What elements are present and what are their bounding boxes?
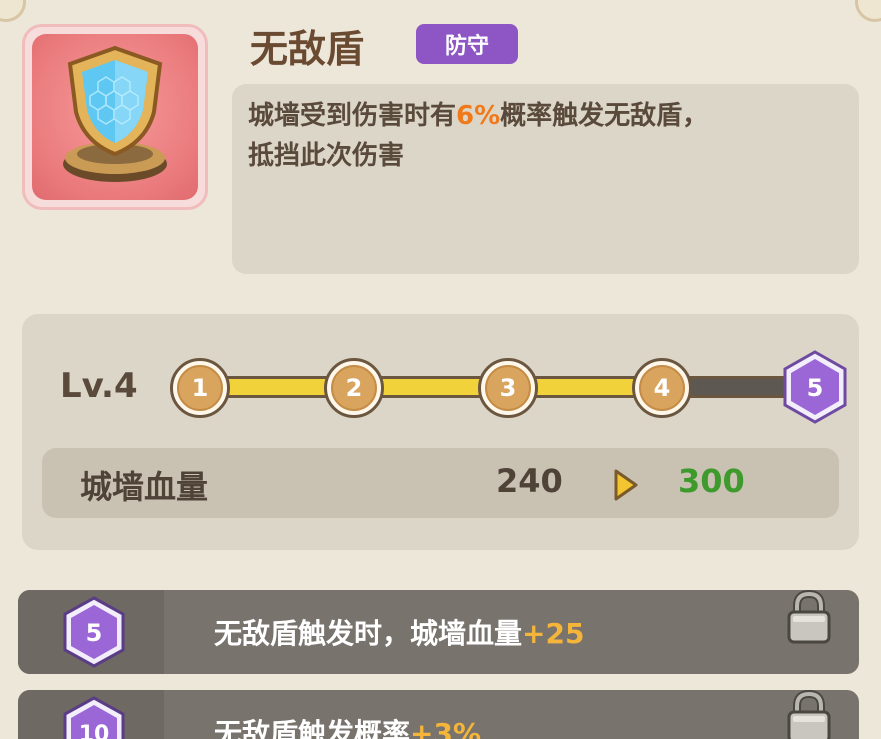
progress-segment — [374, 376, 492, 398]
level-node-3: 3 — [478, 358, 538, 418]
level-panel: Lv.4 1 2 3 4 5 城墙血量 240 300 — [22, 314, 859, 550]
shield-icon — [63, 45, 167, 182]
level-node-1: 1 — [170, 358, 230, 418]
arrow-right-icon — [614, 469, 638, 501]
level-badge-icon: 5 — [63, 596, 125, 668]
bonus-value: +25 — [522, 617, 585, 650]
stat-row: 城墙血量 240 300 — [42, 448, 839, 518]
desc-text-2: 概率触发无敌盾， — [500, 101, 709, 131]
svg-text:5: 5 — [807, 374, 824, 402]
progress-segment — [220, 376, 338, 398]
progress-segment — [528, 376, 646, 398]
svg-text:10: 10 — [79, 722, 110, 739]
level-badge-icon: 10 — [63, 696, 125, 739]
desc-text-line2: 抵挡此次伤害 — [248, 141, 405, 171]
level-node-2: 2 — [324, 358, 384, 418]
stat-name: 城墙血量 — [80, 468, 209, 506]
progress-segment-empty — [682, 376, 792, 398]
corner-ornament-left — [0, 0, 26, 22]
level-node-max: 5 — [782, 350, 848, 424]
lock-icon — [787, 690, 831, 739]
skill-type-tag: 防守 — [416, 24, 518, 64]
bonus-value: +3% — [410, 717, 482, 739]
desc-text-1: 城墙受到伤害时有 — [248, 101, 457, 131]
level-node-4: 4 — [632, 358, 692, 418]
desc-highlight: 6% — [456, 101, 501, 131]
lock-icon — [787, 590, 831, 644]
bonus-row: 10 无敌盾触发概率+3% — [18, 690, 859, 739]
stat-next-value: 300 — [678, 462, 745, 500]
stat-current-value: 240 — [496, 462, 563, 500]
skill-title: 无敌盾 — [250, 27, 365, 71]
corner-ornament-right — [855, 0, 881, 22]
bonus-description: 无敌盾触发时，城墙血量+25 — [214, 617, 585, 650]
svg-text:5: 5 — [86, 619, 103, 647]
bonus-row: 5 无敌盾触发时，城墙血量+25 — [18, 590, 859, 674]
skill-description: 城墙受到伤害时有6%概率触发无敌盾， 抵挡此次伤害 — [232, 84, 859, 274]
skill-icon-frame — [22, 24, 208, 210]
bonus-description: 无敌盾触发概率+3% — [214, 712, 481, 739]
level-label: Lv.4 — [60, 366, 138, 406]
